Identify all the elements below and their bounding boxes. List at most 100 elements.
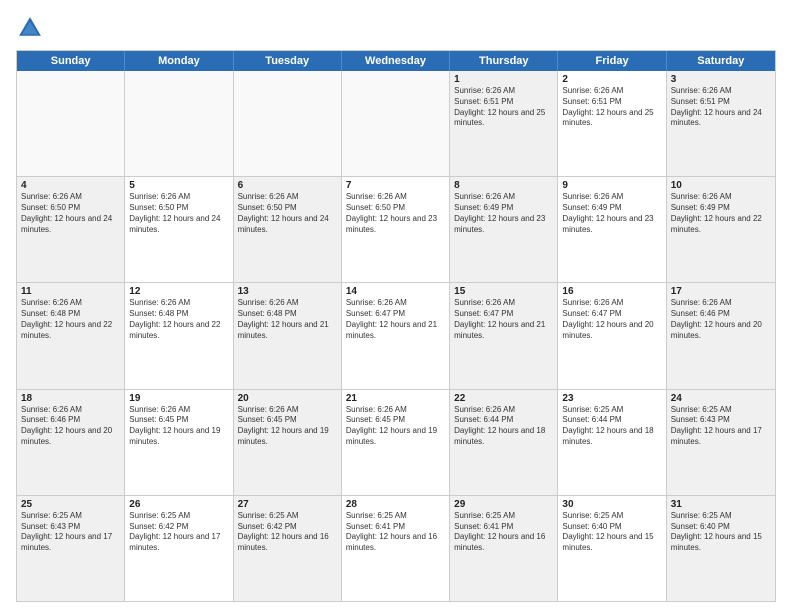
day-number: 3 <box>671 74 771 85</box>
cell-info: Sunrise: 6:26 AMSunset: 6:47 PMDaylight:… <box>562 298 661 341</box>
calendar: SundayMondayTuesdayWednesdayThursdayFrid… <box>16 50 776 602</box>
cal-cell-19: 19Sunrise: 6:26 AMSunset: 6:45 PMDayligh… <box>125 390 233 495</box>
cell-info: Sunrise: 6:26 AMSunset: 6:47 PMDaylight:… <box>346 298 445 341</box>
cal-cell-6: 6Sunrise: 6:26 AMSunset: 6:50 PMDaylight… <box>234 177 342 282</box>
day-number: 6 <box>238 180 337 191</box>
day-number: 29 <box>454 499 553 510</box>
day-number: 27 <box>238 499 337 510</box>
cal-cell-9: 9Sunrise: 6:26 AMSunset: 6:49 PMDaylight… <box>558 177 666 282</box>
cal-cell-29: 29Sunrise: 6:25 AMSunset: 6:41 PMDayligh… <box>450 496 558 601</box>
cal-week-3: 11Sunrise: 6:26 AMSunset: 6:48 PMDayligh… <box>17 283 775 389</box>
cal-header-thursday: Thursday <box>450 51 558 71</box>
day-number: 11 <box>21 286 120 297</box>
cal-header-tuesday: Tuesday <box>234 51 342 71</box>
cell-info: Sunrise: 6:26 AMSunset: 6:51 PMDaylight:… <box>454 86 553 129</box>
cell-info: Sunrise: 6:25 AMSunset: 6:42 PMDaylight:… <box>129 511 228 554</box>
cell-info: Sunrise: 6:25 AMSunset: 6:44 PMDaylight:… <box>562 405 661 448</box>
cell-info: Sunrise: 6:26 AMSunset: 6:48 PMDaylight:… <box>238 298 337 341</box>
calendar-header-row: SundayMondayTuesdayWednesdayThursdayFrid… <box>17 51 775 71</box>
cal-cell-31: 31Sunrise: 6:25 AMSunset: 6:40 PMDayligh… <box>667 496 775 601</box>
cal-cell-3: 3Sunrise: 6:26 AMSunset: 6:51 PMDaylight… <box>667 71 775 176</box>
cell-info: Sunrise: 6:26 AMSunset: 6:49 PMDaylight:… <box>671 192 771 235</box>
cal-cell-1: 1Sunrise: 6:26 AMSunset: 6:51 PMDaylight… <box>450 71 558 176</box>
day-number: 15 <box>454 286 553 297</box>
cal-cell-30: 30Sunrise: 6:25 AMSunset: 6:40 PMDayligh… <box>558 496 666 601</box>
cal-cell-empty-2 <box>234 71 342 176</box>
day-number: 9 <box>562 180 661 191</box>
cal-cell-empty-0 <box>17 71 125 176</box>
cal-week-1: 1Sunrise: 6:26 AMSunset: 6:51 PMDaylight… <box>17 71 775 177</box>
cal-cell-18: 18Sunrise: 6:26 AMSunset: 6:46 PMDayligh… <box>17 390 125 495</box>
cell-info: Sunrise: 6:25 AMSunset: 6:43 PMDaylight:… <box>671 405 771 448</box>
cell-info: Sunrise: 6:26 AMSunset: 6:49 PMDaylight:… <box>562 192 661 235</box>
cal-cell-16: 16Sunrise: 6:26 AMSunset: 6:47 PMDayligh… <box>558 283 666 388</box>
cell-info: Sunrise: 6:25 AMSunset: 6:41 PMDaylight:… <box>346 511 445 554</box>
cell-info: Sunrise: 6:25 AMSunset: 6:43 PMDaylight:… <box>21 511 120 554</box>
day-number: 7 <box>346 180 445 191</box>
day-number: 14 <box>346 286 445 297</box>
cal-cell-28: 28Sunrise: 6:25 AMSunset: 6:41 PMDayligh… <box>342 496 450 601</box>
cell-info: Sunrise: 6:26 AMSunset: 6:50 PMDaylight:… <box>346 192 445 235</box>
page-header <box>16 14 776 42</box>
cell-info: Sunrise: 6:26 AMSunset: 6:49 PMDaylight:… <box>454 192 553 235</box>
cal-cell-4: 4Sunrise: 6:26 AMSunset: 6:50 PMDaylight… <box>17 177 125 282</box>
cal-header-monday: Monday <box>125 51 233 71</box>
day-number: 8 <box>454 180 553 191</box>
day-number: 25 <box>21 499 120 510</box>
day-number: 1 <box>454 74 553 85</box>
day-number: 12 <box>129 286 228 297</box>
day-number: 5 <box>129 180 228 191</box>
day-number: 31 <box>671 499 771 510</box>
day-number: 2 <box>562 74 661 85</box>
calendar-body: 1Sunrise: 6:26 AMSunset: 6:51 PMDaylight… <box>17 71 775 601</box>
day-number: 16 <box>562 286 661 297</box>
logo-icon <box>16 14 44 42</box>
day-number: 24 <box>671 393 771 404</box>
cell-info: Sunrise: 6:25 AMSunset: 6:41 PMDaylight:… <box>454 511 553 554</box>
cal-header-sunday: Sunday <box>17 51 125 71</box>
cell-info: Sunrise: 6:26 AMSunset: 6:48 PMDaylight:… <box>21 298 120 341</box>
cal-cell-23: 23Sunrise: 6:25 AMSunset: 6:44 PMDayligh… <box>558 390 666 495</box>
cal-cell-empty-3 <box>342 71 450 176</box>
cal-cell-10: 10Sunrise: 6:26 AMSunset: 6:49 PMDayligh… <box>667 177 775 282</box>
cal-cell-12: 12Sunrise: 6:26 AMSunset: 6:48 PMDayligh… <box>125 283 233 388</box>
day-number: 23 <box>562 393 661 404</box>
cell-info: Sunrise: 6:26 AMSunset: 6:47 PMDaylight:… <box>454 298 553 341</box>
day-number: 19 <box>129 393 228 404</box>
cell-info: Sunrise: 6:26 AMSunset: 6:51 PMDaylight:… <box>562 86 661 129</box>
cal-cell-13: 13Sunrise: 6:26 AMSunset: 6:48 PMDayligh… <box>234 283 342 388</box>
cal-cell-25: 25Sunrise: 6:25 AMSunset: 6:43 PMDayligh… <box>17 496 125 601</box>
logo <box>16 14 48 42</box>
cal-header-saturday: Saturday <box>667 51 775 71</box>
day-number: 28 <box>346 499 445 510</box>
cell-info: Sunrise: 6:26 AMSunset: 6:45 PMDaylight:… <box>129 405 228 448</box>
day-number: 26 <box>129 499 228 510</box>
cal-cell-24: 24Sunrise: 6:25 AMSunset: 6:43 PMDayligh… <box>667 390 775 495</box>
cell-info: Sunrise: 6:25 AMSunset: 6:40 PMDaylight:… <box>671 511 771 554</box>
cal-cell-empty-1 <box>125 71 233 176</box>
cell-info: Sunrise: 6:26 AMSunset: 6:48 PMDaylight:… <box>129 298 228 341</box>
day-number: 22 <box>454 393 553 404</box>
cell-info: Sunrise: 6:26 AMSunset: 6:46 PMDaylight:… <box>21 405 120 448</box>
cal-cell-21: 21Sunrise: 6:26 AMSunset: 6:45 PMDayligh… <box>342 390 450 495</box>
cal-cell-14: 14Sunrise: 6:26 AMSunset: 6:47 PMDayligh… <box>342 283 450 388</box>
cal-header-wednesday: Wednesday <box>342 51 450 71</box>
cal-cell-26: 26Sunrise: 6:25 AMSunset: 6:42 PMDayligh… <box>125 496 233 601</box>
cell-info: Sunrise: 6:26 AMSunset: 6:50 PMDaylight:… <box>129 192 228 235</box>
day-number: 4 <box>21 180 120 191</box>
cell-info: Sunrise: 6:26 AMSunset: 6:45 PMDaylight:… <box>238 405 337 448</box>
cal-week-5: 25Sunrise: 6:25 AMSunset: 6:43 PMDayligh… <box>17 496 775 601</box>
cell-info: Sunrise: 6:25 AMSunset: 6:40 PMDaylight:… <box>562 511 661 554</box>
cal-cell-8: 8Sunrise: 6:26 AMSunset: 6:49 PMDaylight… <box>450 177 558 282</box>
cell-info: Sunrise: 6:26 AMSunset: 6:46 PMDaylight:… <box>671 298 771 341</box>
cal-cell-5: 5Sunrise: 6:26 AMSunset: 6:50 PMDaylight… <box>125 177 233 282</box>
cell-info: Sunrise: 6:26 AMSunset: 6:44 PMDaylight:… <box>454 405 553 448</box>
day-number: 21 <box>346 393 445 404</box>
cal-cell-7: 7Sunrise: 6:26 AMSunset: 6:50 PMDaylight… <box>342 177 450 282</box>
cal-cell-11: 11Sunrise: 6:26 AMSunset: 6:48 PMDayligh… <box>17 283 125 388</box>
day-number: 13 <box>238 286 337 297</box>
cal-cell-20: 20Sunrise: 6:26 AMSunset: 6:45 PMDayligh… <box>234 390 342 495</box>
cal-header-friday: Friday <box>558 51 666 71</box>
cal-cell-15: 15Sunrise: 6:26 AMSunset: 6:47 PMDayligh… <box>450 283 558 388</box>
cal-week-4: 18Sunrise: 6:26 AMSunset: 6:46 PMDayligh… <box>17 390 775 496</box>
